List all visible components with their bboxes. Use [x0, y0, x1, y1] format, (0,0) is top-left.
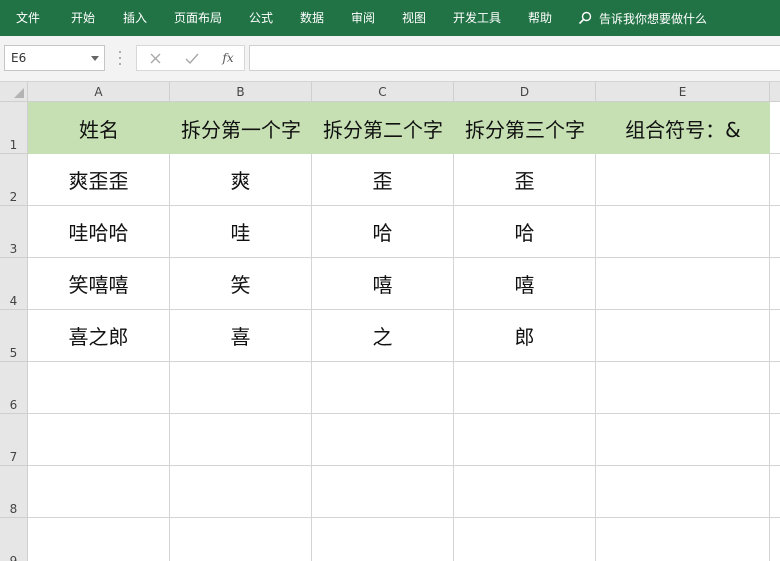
column-header-f[interactable]: [770, 82, 780, 102]
cell-c8[interactable]: [312, 466, 454, 518]
cell-b6[interactable]: [170, 362, 312, 414]
cell-e5[interactable]: [596, 310, 770, 362]
row-header-2[interactable]: 2: [0, 154, 28, 206]
cell-d5[interactable]: 郎: [454, 310, 596, 362]
row-header-3[interactable]: 3: [0, 206, 28, 258]
tell-me-search[interactable]: 告诉我你想要做什么: [578, 0, 707, 36]
column-header-e[interactable]: E: [596, 82, 770, 102]
cell-c3[interactable]: 哈: [312, 206, 454, 258]
cell-b5[interactable]: 喜: [170, 310, 312, 362]
tab-insert[interactable]: 插入: [123, 0, 147, 36]
cell-a8[interactable]: [28, 466, 170, 518]
cell-a2[interactable]: 爽歪歪: [28, 154, 170, 206]
column-header-d[interactable]: D: [454, 82, 596, 102]
cell-e9[interactable]: [596, 518, 770, 561]
cell-d6[interactable]: [454, 362, 596, 414]
cell-b9[interactable]: [170, 518, 312, 561]
column-header-b[interactable]: B: [170, 82, 312, 102]
tab-help[interactable]: 帮助: [528, 0, 552, 36]
cell-b3[interactable]: 哇: [170, 206, 312, 258]
cell-d8[interactable]: [454, 466, 596, 518]
cell-c4[interactable]: 嘻: [312, 258, 454, 310]
cell-a7[interactable]: [28, 414, 170, 466]
enter-check-icon[interactable]: [179, 46, 205, 70]
cell-d4[interactable]: 嘻: [454, 258, 596, 310]
search-icon: [578, 11, 592, 25]
formula-bar: E6 fx: [0, 36, 780, 82]
column-header-c[interactable]: C: [312, 82, 454, 102]
cell-f2[interactable]: [770, 154, 780, 206]
cell-a9[interactable]: [28, 518, 170, 561]
cell-c2[interactable]: 歪: [312, 154, 454, 206]
cell-c5[interactable]: 之: [312, 310, 454, 362]
spreadsheet-grid: A B C D E 1 2 3 4 5 6 7 8 9 姓名 拆分第一个字 拆分…: [0, 82, 780, 561]
row-header-4[interactable]: 4: [0, 258, 28, 310]
tab-developer[interactable]: 开发工具: [453, 0, 501, 36]
column-header-a[interactable]: A: [28, 82, 170, 102]
formula-input[interactable]: [249, 45, 780, 71]
row-header-1[interactable]: 1: [0, 102, 28, 154]
cell-e7[interactable]: [596, 414, 770, 466]
cell-a5[interactable]: 喜之郎: [28, 310, 170, 362]
name-box-value: E6: [11, 51, 27, 65]
tab-file[interactable]: 文件: [16, 0, 40, 36]
cell-d2[interactable]: 歪: [454, 154, 596, 206]
tab-page-layout[interactable]: 页面布局: [174, 0, 222, 36]
cell-d7[interactable]: [454, 414, 596, 466]
cell-f3[interactable]: [770, 206, 780, 258]
cell-c9[interactable]: [312, 518, 454, 561]
cell-e1[interactable]: 组合符号：&: [596, 102, 770, 154]
formula-buttons: fx: [136, 45, 245, 71]
cell-b1[interactable]: 拆分第一个字: [170, 102, 312, 154]
cell-a1[interactable]: 姓名: [28, 102, 170, 154]
insert-function-icon[interactable]: fx: [215, 46, 241, 70]
cell-d3[interactable]: 哈: [454, 206, 596, 258]
cell-f9[interactable]: [770, 518, 780, 561]
cell-d1[interactable]: 拆分第三个字: [454, 102, 596, 154]
chevron-down-icon[interactable]: [91, 56, 99, 61]
tab-home[interactable]: 开始: [71, 0, 95, 36]
row-header-9[interactable]: 9: [0, 518, 28, 561]
cell-e2[interactable]: [596, 154, 770, 206]
cell-a3[interactable]: 哇哈哈: [28, 206, 170, 258]
cell-c1[interactable]: 拆分第二个字: [312, 102, 454, 154]
cell-d9[interactable]: [454, 518, 596, 561]
name-box[interactable]: E6: [4, 45, 105, 71]
cell-a6[interactable]: [28, 362, 170, 414]
cell-f8[interactable]: [770, 466, 780, 518]
cell-b8[interactable]: [170, 466, 312, 518]
row-header-5[interactable]: 5: [0, 310, 28, 362]
tab-view[interactable]: 视图: [402, 0, 426, 36]
row-header-8[interactable]: 8: [0, 466, 28, 518]
cell-c6[interactable]: [312, 362, 454, 414]
tell-me-label: 告诉我你想要做什么: [599, 11, 708, 26]
cell-f5[interactable]: [770, 310, 780, 362]
row-header-7[interactable]: 7: [0, 414, 28, 466]
cell-f4[interactable]: [770, 258, 780, 310]
cell-e6[interactable]: [596, 362, 770, 414]
more-options-icon[interactable]: [118, 51, 122, 65]
cell-f6[interactable]: [770, 362, 780, 414]
cell-f1[interactable]: [770, 102, 780, 154]
cell-c7[interactable]: [312, 414, 454, 466]
excel-window: 文件 开始 插入 页面布局 公式 数据 审阅 视图 开发工具 帮助 告诉我你想要…: [0, 0, 780, 561]
cell-e8[interactable]: [596, 466, 770, 518]
tab-data[interactable]: 数据: [300, 0, 324, 36]
tab-review[interactable]: 审阅: [351, 0, 375, 36]
ribbon: 文件 开始 插入 页面布局 公式 数据 审阅 视图 开发工具 帮助 告诉我你想要…: [0, 0, 780, 36]
cell-b7[interactable]: [170, 414, 312, 466]
row-header-6[interactable]: 6: [0, 362, 28, 414]
cell-e3[interactable]: [596, 206, 770, 258]
cancel-icon[interactable]: [142, 46, 168, 70]
tab-formulas[interactable]: 公式: [249, 0, 273, 36]
cell-a4[interactable]: 笑嘻嘻: [28, 258, 170, 310]
cell-f7[interactable]: [770, 414, 780, 466]
cell-e4[interactable]: [596, 258, 770, 310]
select-all-corner[interactable]: [0, 82, 28, 102]
cell-b4[interactable]: 笑: [170, 258, 312, 310]
cell-b2[interactable]: 爽: [170, 154, 312, 206]
